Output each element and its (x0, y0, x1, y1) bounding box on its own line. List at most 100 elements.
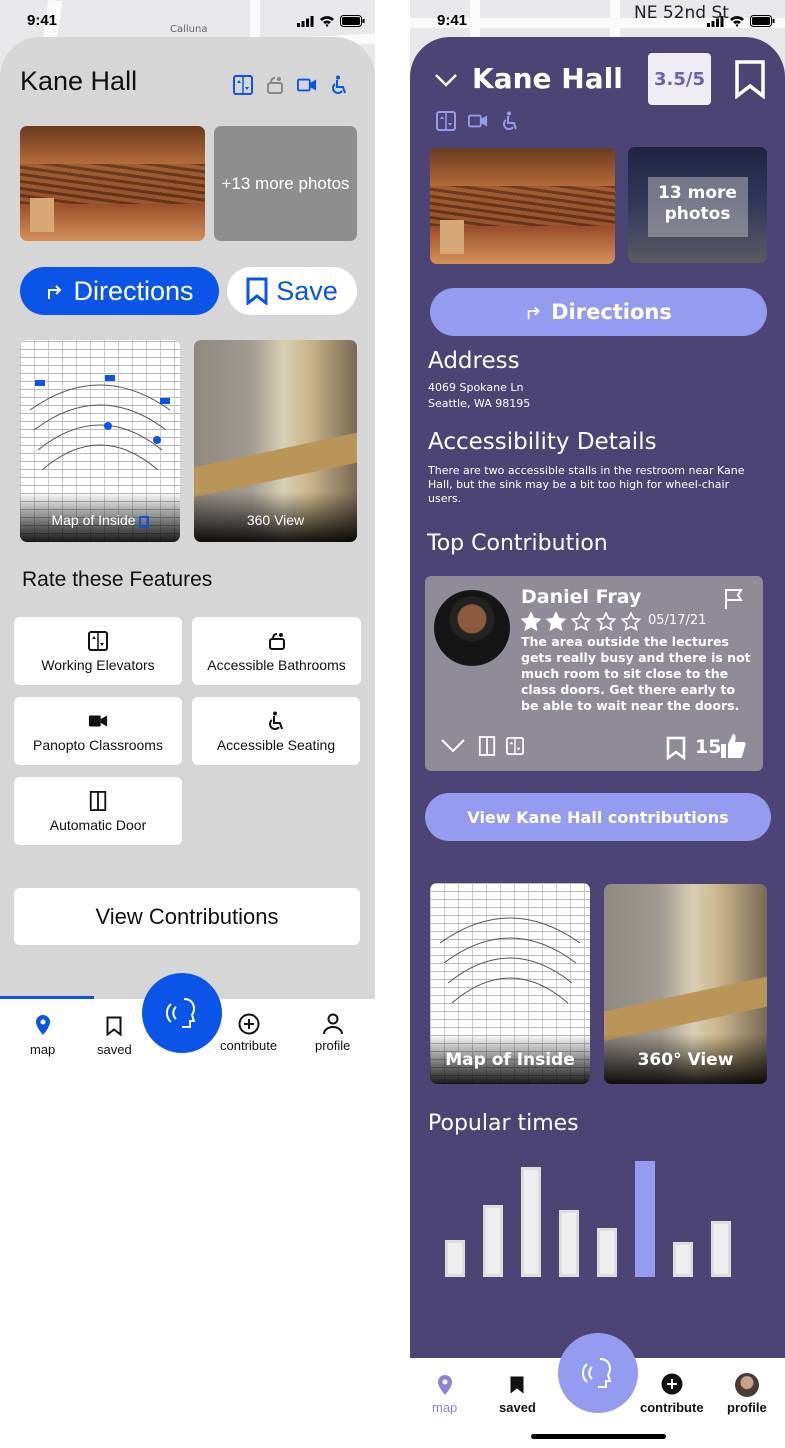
feature-label: Automatic Door (49, 817, 147, 833)
wheelchair-icon (503, 111, 517, 130)
popular-times-bar (521, 1167, 541, 1277)
wifi-icon (730, 16, 744, 27)
popular-times-bar (483, 1205, 503, 1277)
nav-label: contribute (640, 1400, 704, 1415)
video-icon (297, 78, 317, 92)
feature-accessible-seating[interactable]: Accessible Seating (192, 697, 360, 765)
address-line-2: Seattle, WA 98195 (428, 397, 531, 410)
save-button[interactable]: Save (227, 267, 357, 315)
left-screen: Calluna 9:41 Kane Hall +13 more photos D… (0, 0, 375, 1070)
address-line-1: 4069 Spokane Ln (428, 381, 524, 394)
place-title: Kane Hall (20, 66, 138, 96)
flag-icon[interactable] (724, 588, 744, 610)
voice-assistant-button[interactable] (142, 973, 222, 1053)
avatar (434, 590, 510, 666)
nav-contribute[interactable]: contribute (220, 1013, 277, 1053)
address-heading: Address (428, 348, 520, 374)
popular-times-chart (440, 1157, 740, 1277)
status-icons (707, 15, 775, 27)
nav-profile[interactable]: profile (315, 1013, 350, 1053)
view-kane-hall-contributions-button[interactable]: View Kane Hall contributions (425, 793, 771, 841)
elevator-icon (233, 75, 253, 95)
360-view-label: 360 View (194, 492, 357, 542)
more-photos-tile[interactable]: 13 more photos (628, 147, 767, 263)
contribution-text: The area outside the lectures gets reall… (521, 634, 751, 713)
wheelchair-icon (269, 711, 283, 730)
nav-label: map (432, 1400, 458, 1415)
speaking-head-icon (165, 998, 196, 1028)
add-circle-icon (238, 1013, 260, 1035)
star-filled-icon (521, 612, 541, 631)
feature-label: Panopto Classrooms (33, 737, 163, 753)
status-time: 9:41 (27, 12, 58, 29)
nav-saved[interactable]: saved (97, 1016, 132, 1057)
speaking-head-icon (581, 1358, 612, 1388)
contributor-name: Daniel Fray (521, 586, 642, 608)
chevron-down-icon[interactable] (434, 73, 458, 87)
popular-times-bar (673, 1242, 693, 1277)
top-contribution-heading: Top Contribution (427, 531, 608, 556)
360-view-card[interactable]: 360 View (194, 340, 357, 542)
nav-map[interactable]: map (30, 1014, 55, 1057)
map-of-inside-label: Map of Inside (430, 1034, 590, 1084)
nav-label: saved (499, 1400, 536, 1415)
nav-profile[interactable]: profile (727, 1373, 767, 1415)
status-time: 9:41 (437, 12, 468, 29)
popular-times-heading: Popular times (428, 1111, 579, 1136)
hall-photo[interactable] (20, 126, 205, 241)
feature-accessible-bathrooms[interactable]: Accessible Bathrooms (192, 617, 361, 685)
battery-icon (340, 15, 365, 27)
chevron-down-icon[interactable] (440, 738, 466, 754)
star-outline-icon (621, 612, 641, 631)
directions-button[interactable]: Directions (20, 267, 219, 315)
feature-panopto-classrooms[interactable]: Panopto Classrooms (14, 697, 182, 765)
bookmark-icon[interactable] (666, 736, 686, 760)
nav-map[interactable]: map (432, 1374, 457, 1415)
directions-button[interactable]: Directions (430, 288, 767, 336)
map-of-inside-card[interactable]: Map of Inside (20, 340, 180, 542)
nav-contribute[interactable]: contribute (640, 1373, 704, 1415)
signal-icon (707, 15, 724, 27)
map-of-inside-label: Map of Inside (20, 492, 180, 542)
feature-label: Accessible Seating (216, 737, 336, 753)
turn-right-icon (527, 306, 540, 320)
nav-label: map (30, 1042, 56, 1057)
person-icon (322, 1013, 343, 1035)
feature-working-elevators[interactable]: Working Elevators (14, 617, 182, 685)
place-title: Kane Hall (472, 62, 623, 95)
feature-automatic-door[interactable]: Automatic Door (14, 777, 182, 845)
map-pin-icon (437, 1375, 452, 1395)
thumbs-up-icon[interactable] (719, 732, 747, 760)
feature-icons (233, 75, 349, 95)
bathroom-icon (267, 77, 283, 94)
star-outline-icon (596, 612, 616, 631)
nav-label: contribute (220, 1038, 278, 1053)
map-of-inside-card[interactable]: Map of Inside (430, 883, 590, 1084)
nav-saved[interactable]: saved (499, 1375, 536, 1415)
popular-times-bar (635, 1161, 655, 1277)
star-outline-icon (571, 612, 591, 631)
bookmark-icon (246, 277, 268, 305)
video-icon (468, 114, 488, 128)
hall-photo[interactable] (430, 148, 615, 264)
like-count: 15 (695, 736, 722, 758)
more-photos-tile[interactable]: +13 more photos (214, 126, 357, 241)
save-label: Save (276, 275, 338, 306)
door-icon (478, 736, 496, 756)
popular-times-bar (559, 1210, 579, 1277)
rate-features-heading: Rate these Features (22, 568, 213, 591)
signal-icon (297, 15, 314, 27)
rating-badge: 3.5/5 (648, 53, 711, 105)
elevator-icon (506, 737, 524, 755)
feature-label: Working Elevators (41, 657, 155, 673)
view-contributions-button[interactable]: View Contributions (14, 888, 360, 945)
directions-label: Directions (73, 275, 194, 306)
voice-assistant-button[interactable] (558, 1333, 638, 1413)
bookmark-icon[interactable] (734, 59, 766, 99)
popular-times-bar (711, 1221, 731, 1277)
place-sheet: Kane Hall 3.5/5 13 more photos Direction… (410, 37, 785, 1358)
360-view-card[interactable]: 360° View (604, 884, 767, 1084)
status-icons (297, 15, 365, 27)
door-icon (89, 791, 107, 811)
add-circle-icon (661, 1373, 683, 1395)
